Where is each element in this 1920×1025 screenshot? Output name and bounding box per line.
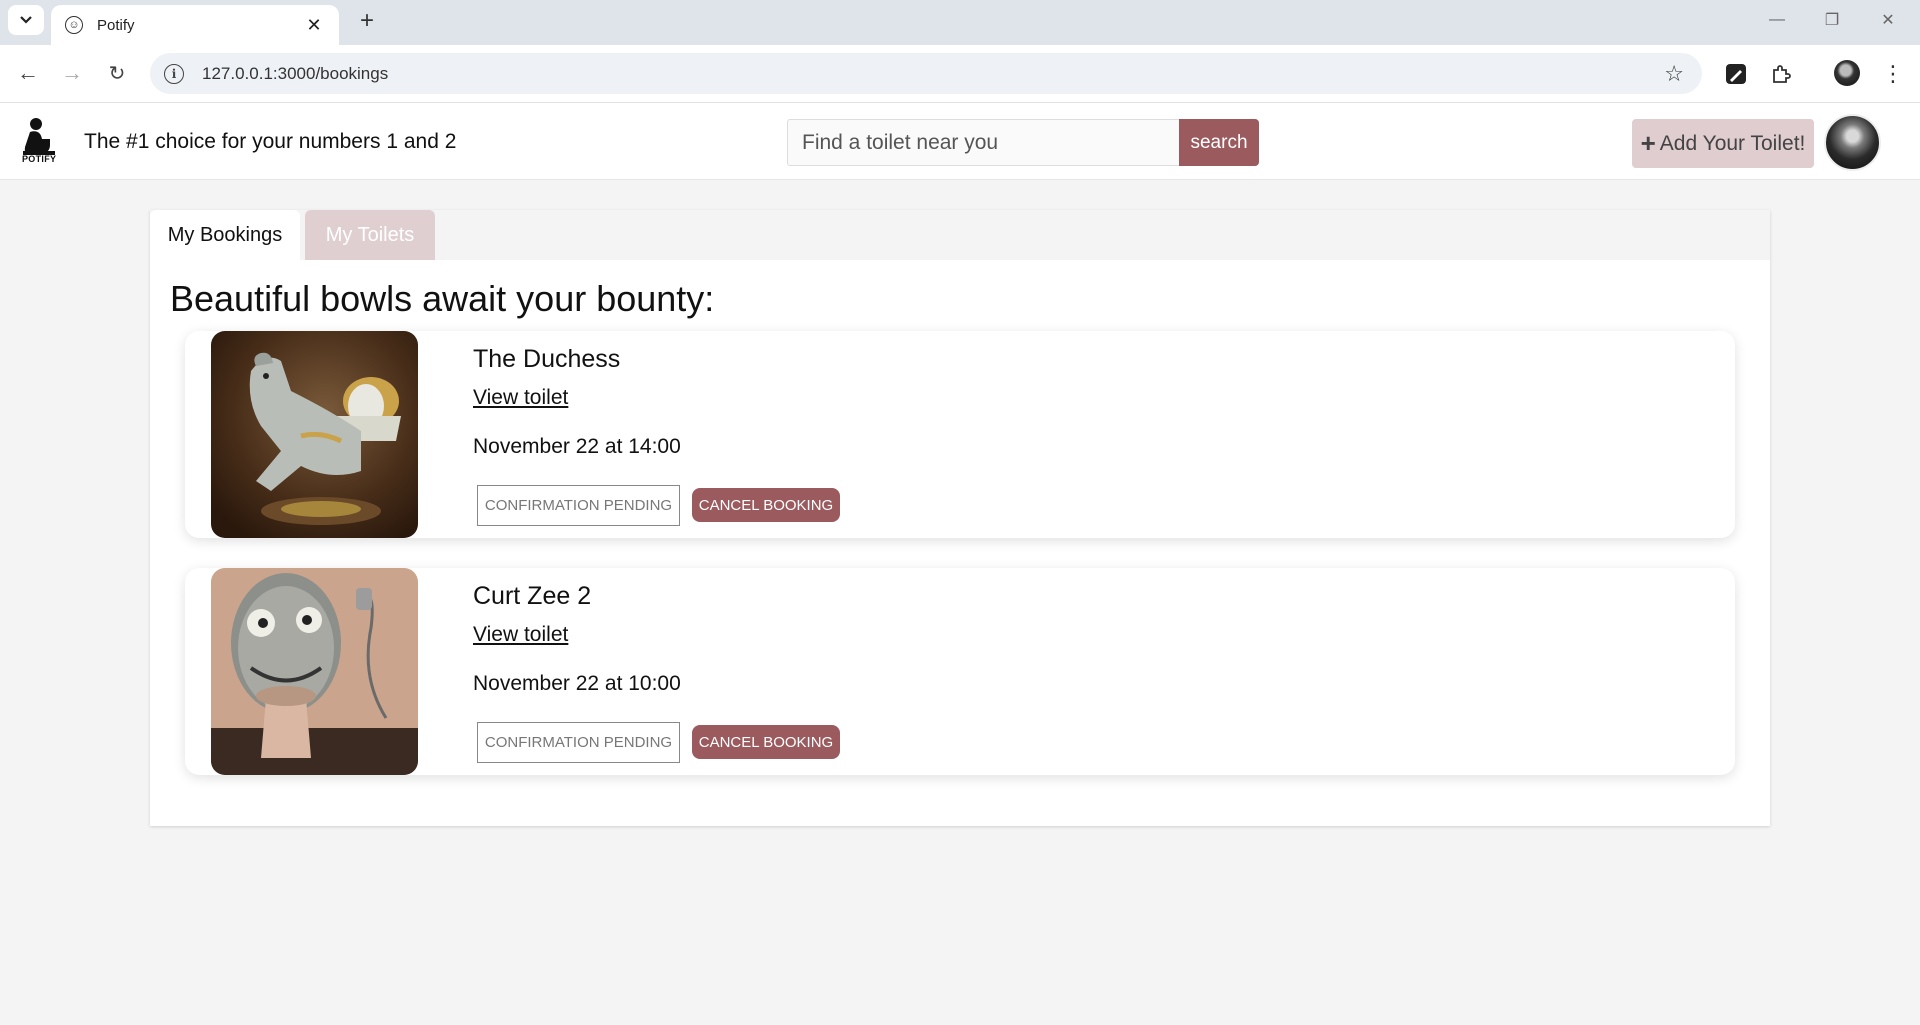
toilet-name: The Duchess — [473, 345, 621, 373]
tagline: The #1 choice for your numbers 1 and 2 — [84, 130, 457, 153]
logo-text: POTIFY — [22, 154, 57, 164]
address-bar[interactable]: i 127.0.0.1:3000/bookings ☆ — [150, 53, 1702, 94]
browser-tab[interactable]: ☺ Potify ✕ — [51, 5, 339, 45]
forward-arrow-icon[interactable]: → — [55, 56, 89, 90]
close-tab-icon[interactable]: ✕ — [303, 15, 325, 36]
plus-icon: + — [1640, 128, 1656, 158]
app-header: POTIFY The #1 choice for your numbers 1 … — [0, 103, 1920, 180]
user-avatar[interactable] — [1824, 114, 1881, 171]
close-window-icon[interactable]: ✕ — [1866, 6, 1910, 34]
cancel-booking-button[interactable]: CANCEL BOOKING — [692, 725, 840, 759]
tabs-bar: My Bookings My Toilets — [150, 210, 1770, 260]
url-text[interactable]: 127.0.0.1:3000/bookings — [202, 64, 1664, 84]
extension-pen-icon[interactable] — [1720, 58, 1752, 90]
tab-my-toilets[interactable]: My Toilets — [305, 210, 435, 260]
search-form: search — [787, 119, 1259, 166]
booking-card: The Duchess View toilet November 22 at 1… — [185, 331, 1735, 538]
browser-tabstrip: ☺ Potify ✕ + — ❐ ✕ — [0, 0, 1920, 45]
booking-card: Curt Zee 2 View toilet November 22 at 10… — [185, 568, 1735, 775]
more-menu-icon[interactable]: ⋮ — [1877, 58, 1909, 90]
new-tab-button[interactable]: + — [352, 6, 382, 36]
potify-favicon-icon: ☺ — [65, 16, 83, 34]
toilet-photo — [211, 331, 418, 538]
browser-toolbar: ← → ↻ i 127.0.0.1:3000/bookings ☆ ⋮ — [0, 45, 1920, 103]
toilet-name: Curt Zee 2 — [473, 582, 592, 610]
booking-date: November 22 at 10:00 — [473, 672, 681, 695]
search-button[interactable]: search — [1179, 119, 1259, 166]
minimize-icon[interactable]: — — [1755, 6, 1799, 34]
browser-profile-avatar[interactable] — [1834, 60, 1860, 86]
tab-my-bookings[interactable]: My Bookings — [150, 210, 300, 260]
reload-icon[interactable]: ↻ — [100, 56, 134, 90]
tab-title: Potify — [97, 16, 135, 34]
cancel-booking-button[interactable]: CANCEL BOOKING — [692, 488, 840, 522]
page-title: Beautiful bowls await your bounty: — [170, 278, 715, 319]
bookings-panel: My Bookings My Toilets Beautiful bowls a… — [150, 210, 1770, 826]
bookmark-star-icon[interactable]: ☆ — [1664, 61, 1684, 87]
extensions-puzzle-icon[interactable] — [1765, 58, 1797, 90]
toilet-photo — [211, 568, 418, 775]
status-badge: CONFIRMATION PENDING — [477, 722, 680, 763]
status-badge: CONFIRMATION PENDING — [477, 485, 680, 526]
chevron-down-icon — [20, 16, 32, 24]
restore-icon[interactable]: ❐ — [1810, 6, 1854, 34]
view-toilet-link[interactable]: View toilet — [473, 386, 568, 410]
booking-date: November 22 at 14:00 — [473, 435, 681, 458]
tab-search-button[interactable] — [8, 5, 44, 35]
back-arrow-icon[interactable]: ← — [11, 56, 45, 90]
site-info-icon[interactable]: i — [164, 63, 184, 84]
add-toilet-button[interactable]: + Add Your Toilet! — [1632, 119, 1814, 168]
search-input[interactable] — [787, 119, 1179, 166]
add-toilet-label: Add Your Toilet! — [1659, 131, 1806, 155]
view-toilet-link[interactable]: View toilet — [473, 623, 568, 647]
